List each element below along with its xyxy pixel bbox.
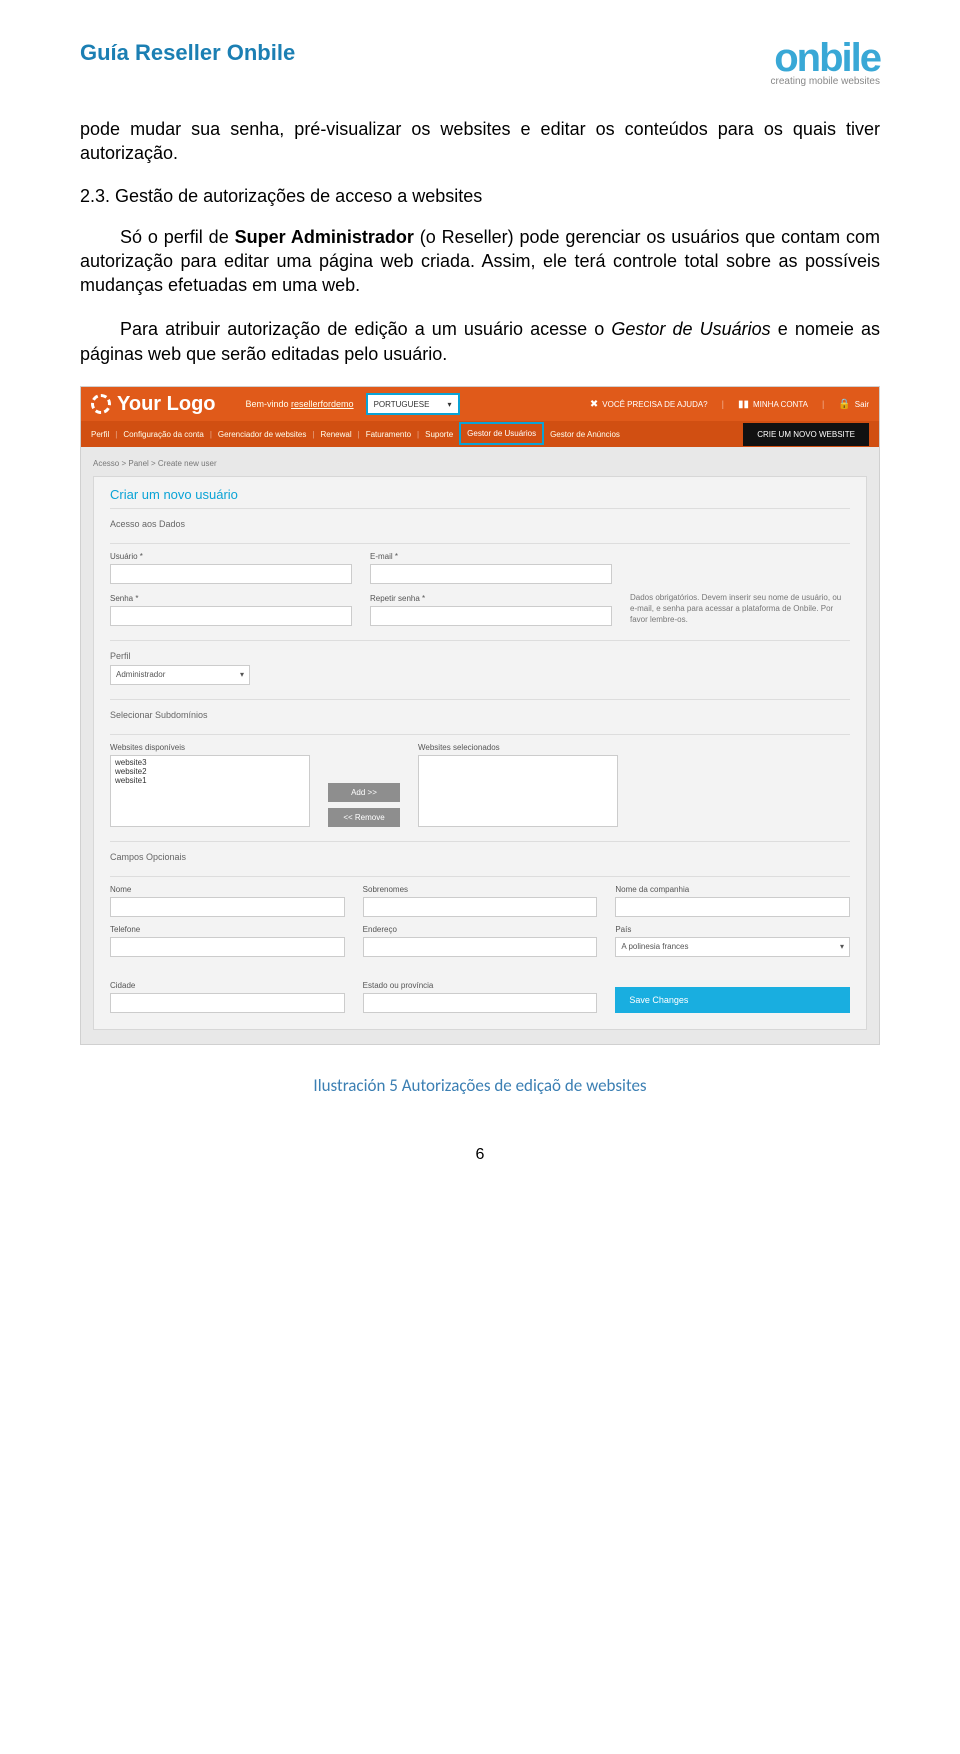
label-email: E-mail * <box>370 552 612 561</box>
section-heading: 2.3. Gestão de autorizações de acceso a … <box>80 186 880 207</box>
logo-text: onbile <box>771 40 881 76</box>
brand-icon <box>91 394 111 414</box>
input-user[interactable] <box>110 564 352 584</box>
app-topbar: Your Logo Bem-vindo resellerfordemo PORT… <box>81 387 879 421</box>
list-item[interactable]: website3 <box>115 758 305 767</box>
app-navbar: Perfil | Configuração da conta | Gerenci… <box>81 421 879 447</box>
input-email[interactable] <box>370 564 612 584</box>
nav-perfil[interactable]: Perfil <box>91 430 109 439</box>
input-password[interactable] <box>110 606 352 626</box>
label-sobrenomes: Sobrenomes <box>363 885 598 894</box>
input-companhia[interactable] <box>615 897 850 917</box>
account-link[interactable]: ▮▮ MINHA CONTA <box>738 399 808 410</box>
form-panel: Criar um novo usuário Acesso aos Dados U… <box>93 476 867 1030</box>
list-item[interactable]: website2 <box>115 767 305 776</box>
save-button[interactable]: Save Changes <box>615 987 850 1013</box>
input-telefone[interactable] <box>110 937 345 957</box>
label-estado: Estado ou província <box>363 981 598 990</box>
input-nome[interactable] <box>110 897 345 917</box>
language-select[interactable]: PORTUGUESE ▾ <box>368 395 458 413</box>
input-cidade[interactable] <box>110 993 345 1013</box>
label-perfil: Perfil <box>110 651 850 661</box>
label-pais: País <box>615 925 850 934</box>
nav-faturamento[interactable]: Faturamento <box>366 430 411 439</box>
section-number: 2.3. <box>80 186 110 206</box>
paragraph-3: Para atribuir autorização de edição a um… <box>80 317 880 366</box>
create-website-button[interactable]: CRIE UM NOVO WEBSITE <box>743 423 869 446</box>
label-nome: Nome <box>110 885 345 894</box>
chevron-down-icon: ▾ <box>448 400 452 409</box>
listbox-available[interactable]: website3 website2 website1 <box>110 755 310 827</box>
logo-tagline: creating mobile websites <box>771 76 881 87</box>
panel-title: Criar um novo usuário <box>110 487 850 509</box>
nav-gestor-anuncios[interactable]: Gestor de Anúncios <box>550 430 620 439</box>
chevron-down-icon: ▾ <box>240 670 244 679</box>
nav-renewal[interactable]: Renewal <box>320 430 351 439</box>
nav-suporte[interactable]: Suporte <box>425 430 453 439</box>
label-available: Websites disponíveis <box>110 743 310 752</box>
label-companhia: Nome da companhia <box>615 885 850 894</box>
help-link[interactable]: ✖ VOCÊ PRECISA DE AJUDA? <box>590 399 708 410</box>
list-item[interactable]: website1 <box>115 776 305 785</box>
select-pais[interactable]: A polinesia frances ▾ <box>615 937 850 957</box>
embedded-screenshot: Your Logo Bem-vindo resellerfordemo PORT… <box>80 386 880 1045</box>
chevron-down-icon: ▾ <box>840 942 844 951</box>
document-header: Guía Reseller Onbile onbile creating mob… <box>80 40 880 87</box>
app-body: Acesso > Panel > Create new user Criar u… <box>81 447 879 1044</box>
paragraph-2: Só o perfil de Super Administrador (o Re… <box>80 225 880 298</box>
user-icon: ▮▮ <box>738 399 749 410</box>
brand-text: Your Logo <box>117 393 216 416</box>
label-telefone: Telefone <box>110 925 345 934</box>
section-subdomains: Selecionar Subdomínios <box>110 710 850 720</box>
paragraph-continuation: pode mudar sua senha, pré-visualizar os … <box>80 117 880 166</box>
input-estado[interactable] <box>363 993 598 1013</box>
input-password-repeat[interactable] <box>370 606 612 626</box>
logout-link[interactable]: 🔒 Sair <box>838 399 869 410</box>
label-cidade: Cidade <box>110 981 345 990</box>
section-access: Acesso aos Dados <box>110 519 850 529</box>
input-sobrenomes[interactable] <box>363 897 598 917</box>
label-endereco: Endereço <box>363 925 598 934</box>
figure-caption: Ilustración 5 Autorizações de ediçaõ de … <box>80 1075 880 1096</box>
document-title: Guía Reseller Onbile <box>80 40 295 66</box>
lock-icon: 🔒 <box>838 399 850 410</box>
label-password-repeat: Repetir senha * <box>370 594 612 603</box>
welcome-user: resellerfordemo <box>291 399 354 409</box>
label-password: Senha * <box>110 594 352 603</box>
brand-logo: onbile creating mobile websites <box>771 40 881 87</box>
page-number: 6 <box>80 1146 880 1164</box>
nav-gerenciador[interactable]: Gerenciador de websites <box>218 430 307 439</box>
add-button[interactable]: Add >> <box>328 783 400 802</box>
caption-label: Ilustración 5 <box>313 1075 397 1096</box>
caption-text: Autorizações de ediçaõ de websites <box>402 1075 647 1096</box>
breadcrumb: Acesso > Panel > Create new user <box>93 455 867 476</box>
remove-button[interactable]: << Remove <box>328 808 400 827</box>
nav-config[interactable]: Configuração da conta <box>123 430 204 439</box>
app-brand[interactable]: Your Logo <box>91 393 216 416</box>
label-selected: Websites selecionados <box>418 743 618 752</box>
select-perfil[interactable]: Administrador ▾ <box>110 665 250 685</box>
section-title: Gestão de autorizações de acceso a websi… <box>115 186 482 206</box>
welcome-text: Bem-vindo resellerfordemo <box>246 399 354 409</box>
mandatory-note: Dados obrigatórios. Devem inserir seu no… <box>630 592 850 626</box>
nav-gestor-usuarios[interactable]: Gestor de Usuários <box>459 422 544 445</box>
label-user: Usuário * <box>110 552 352 561</box>
help-icon: ✖ <box>590 399 598 410</box>
listbox-selected[interactable] <box>418 755 618 827</box>
input-endereco[interactable] <box>363 937 598 957</box>
section-optional: Campos Opcionais <box>110 852 850 862</box>
